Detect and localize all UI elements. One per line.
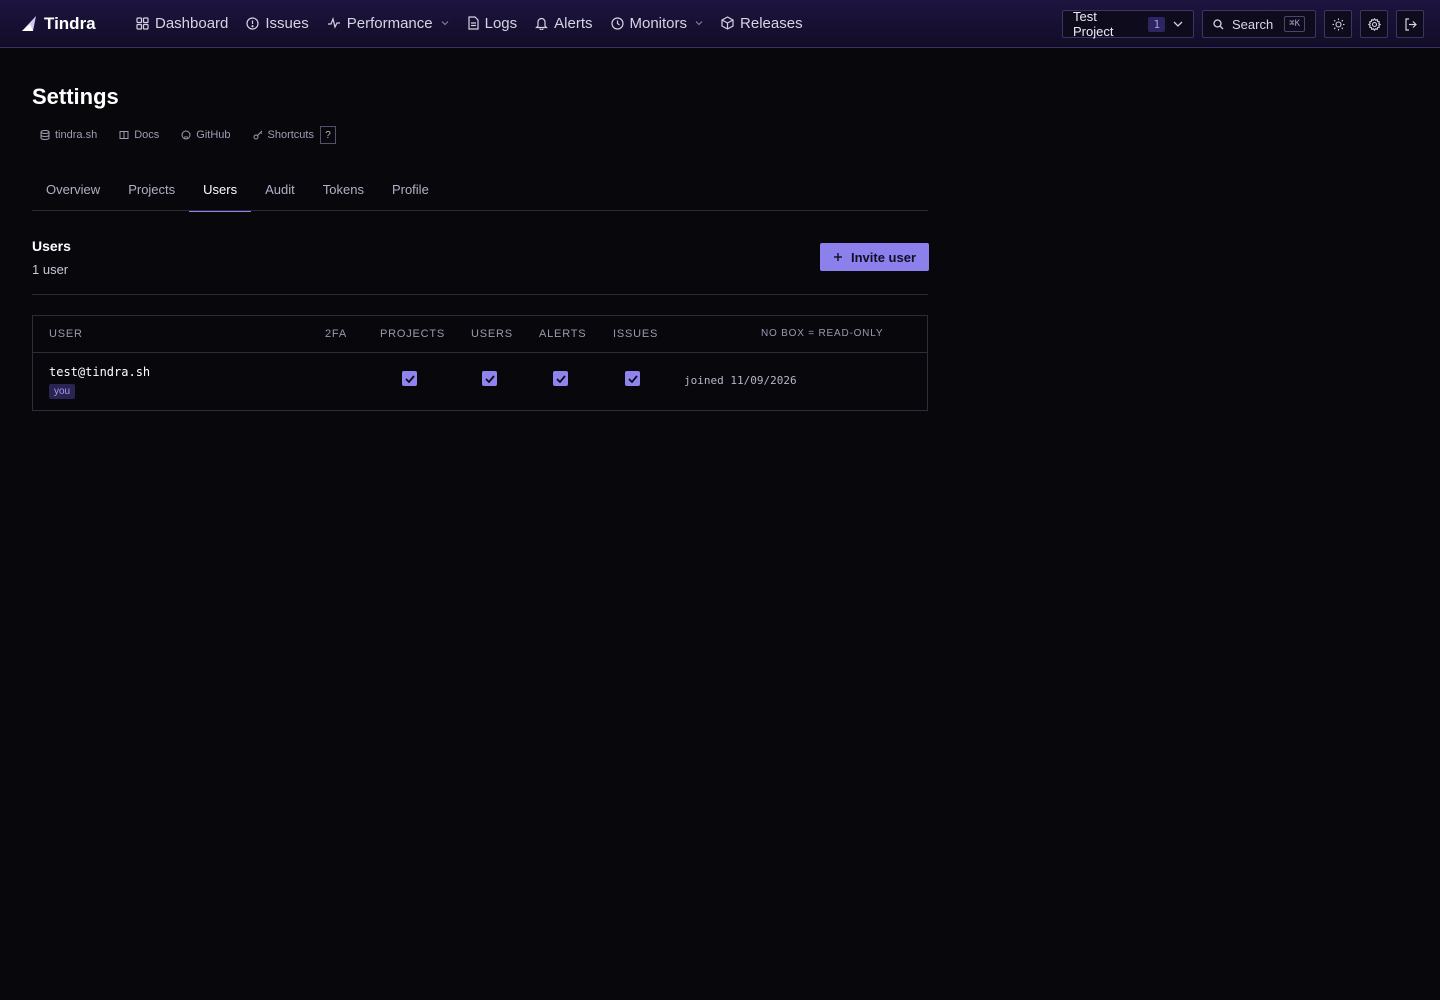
- key-icon: [253, 130, 262, 140]
- nav-alerts[interactable]: Alerts: [531, 0, 606, 46]
- quick-link-shortcuts[interactable]: Shortcuts: [253, 129, 314, 141]
- you-badge: you: [49, 384, 76, 399]
- tab-audit[interactable]: Audit: [251, 178, 309, 211]
- tab-users[interactable]: Users: [189, 178, 252, 212]
- users-permission-checkbox[interactable]: [482, 371, 497, 386]
- projects-permission-checkbox[interactable]: [402, 371, 417, 386]
- column-issues: ISSUES: [613, 328, 659, 340]
- project-selector[interactable]: Test Project 1: [1062, 9, 1194, 39]
- tab-tokens[interactable]: Tokens: [309, 178, 378, 211]
- top-navigation-bar: Tindra Dashboard Issues Performance Logs…: [0, 0, 1440, 48]
- header-controls: Test Project 1 Search ⌘K: [1062, 9, 1424, 39]
- section-divider: [32, 294, 928, 295]
- brand-logo[interactable]: Tindra: [20, 12, 96, 36]
- search-shortcut: ⌘K: [1284, 16, 1305, 32]
- quick-link-docs-label: Docs: [134, 129, 160, 141]
- joined-date: joined 11/09/2026: [684, 374, 797, 387]
- tab-overview[interactable]: Overview: [32, 178, 114, 211]
- nav-performance[interactable]: Performance: [323, 0, 463, 46]
- chevron-down-icon: [441, 21, 448, 26]
- activity-icon: [327, 17, 340, 29]
- invite-user-button[interactable]: Invite user: [820, 243, 929, 271]
- sun-icon: [1332, 18, 1344, 30]
- read-only-note: NO BOX = READ-ONLY: [761, 328, 884, 339]
- clock-icon: [610, 16, 624, 30]
- logout-button[interactable]: [1396, 10, 1424, 38]
- book-icon: [119, 131, 129, 139]
- nav-monitors[interactable]: Monitors: [607, 0, 718, 46]
- project-name: Test Project: [1073, 9, 1114, 39]
- github-icon: [181, 130, 191, 140]
- quick-link-shortcuts-label: Shortcuts: [267, 129, 314, 141]
- nav-releases[interactable]: Releases: [717, 0, 817, 46]
- nav-logs[interactable]: Logs: [463, 0, 532, 46]
- theme-toggle-button[interactable]: [1324, 10, 1352, 38]
- user-count: 1 user: [32, 262, 69, 277]
- logout-icon: [1404, 17, 1417, 31]
- table-row: test@tindra.sh you joined 11/09/2026: [33, 353, 927, 410]
- chevron-down-icon: [1173, 21, 1183, 27]
- check-icon: [484, 374, 495, 383]
- search-button[interactable]: Search ⌘K: [1202, 10, 1316, 38]
- quick-link-site-label: tindra.sh: [55, 129, 98, 141]
- main-nav: Dashboard Issues Performance Logs Alerts…: [132, 0, 817, 46]
- check-icon: [555, 374, 566, 383]
- quick-link-site[interactable]: tindra.sh: [40, 129, 97, 141]
- tindra-logo-icon: [22, 16, 36, 31]
- check-icon: [627, 374, 638, 383]
- check-icon: [404, 374, 415, 383]
- tab-profile[interactable]: Profile: [378, 178, 443, 211]
- shortcut-key-badge[interactable]: ?: [319, 126, 336, 144]
- gear-icon: [1367, 17, 1381, 31]
- invite-user-label: Invite user: [850, 249, 917, 265]
- search-label: Search: [1232, 16, 1274, 32]
- settings-button[interactable]: [1360, 10, 1388, 38]
- column-alerts: ALERTS: [539, 328, 587, 340]
- nav-alerts-label: Alerts: [554, 14, 593, 32]
- tab-projects[interactable]: Projects: [114, 178, 189, 211]
- nav-monitors-label: Monitors: [629, 14, 688, 32]
- quick-links: tindra.sh Docs GitHub Shortcuts ?: [40, 126, 336, 144]
- alerts-permission-checkbox[interactable]: [553, 371, 568, 386]
- package-icon: [721, 16, 734, 30]
- database-icon: [40, 130, 50, 140]
- page-title: Settings: [32, 84, 119, 109]
- user-email: test@tindra.sh: [49, 365, 151, 379]
- users-table: USER 2FA PROJECTS USERS ALERTS ISSUES NO…: [32, 315, 928, 411]
- quick-link-github-label: GitHub: [196, 129, 231, 141]
- project-count-badge: 1: [1148, 16, 1166, 32]
- search-icon: [1213, 18, 1224, 29]
- column-2fa: 2FA: [325, 328, 347, 340]
- users-section-title: Users: [32, 238, 71, 254]
- column-projects: PROJECTS: [380, 328, 446, 340]
- bell-icon: [535, 17, 549, 30]
- plus-icon: [833, 253, 842, 261]
- nav-issues[interactable]: Issues: [242, 0, 322, 46]
- nav-performance-label: Performance: [346, 14, 433, 32]
- chevron-down-icon: [695, 21, 703, 26]
- issues-permission-checkbox[interactable]: [625, 371, 640, 386]
- file-text-icon: [468, 16, 479, 30]
- brand-name: Tindra: [44, 14, 96, 33]
- quick-link-docs[interactable]: Docs: [119, 129, 159, 141]
- column-user: USER: [49, 328, 83, 340]
- nav-dashboard[interactable]: Dashboard: [132, 0, 242, 46]
- settings-tabs: Overview Projects Users Audit Tokens Pro…: [32, 178, 928, 212]
- alert-circle-icon: [246, 16, 259, 30]
- nav-dashboard-label: Dashboard: [155, 14, 229, 32]
- nav-issues-label: Issues: [265, 14, 309, 32]
- grid-icon: [136, 16, 149, 30]
- quick-link-github[interactable]: GitHub: [181, 129, 231, 141]
- nav-logs-label: Logs: [484, 14, 518, 32]
- nav-releases-label: Releases: [740, 14, 803, 32]
- table-header: USER 2FA PROJECTS USERS ALERTS ISSUES NO…: [33, 316, 927, 353]
- column-users: USERS: [471, 328, 513, 340]
